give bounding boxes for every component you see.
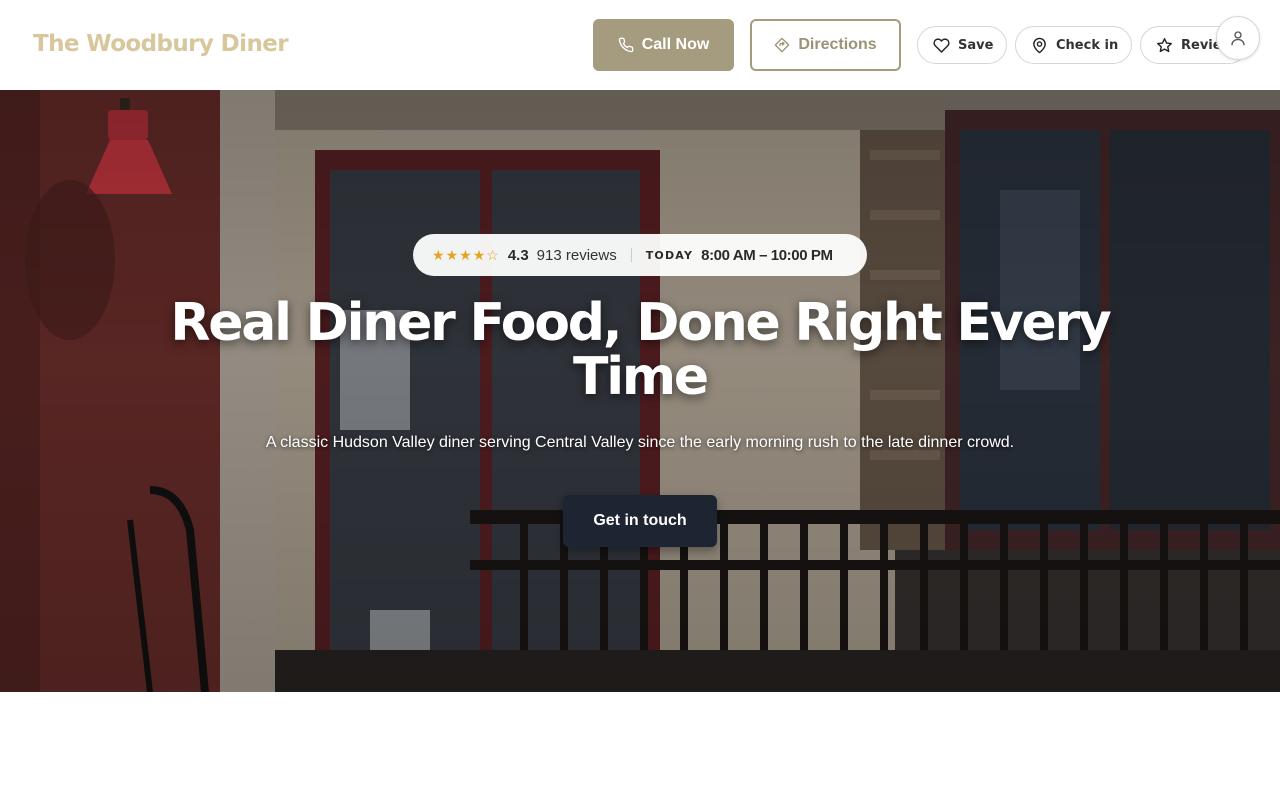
rating-hours-badge: ★ ★ ★ ★ ☆ 4.3 913 reviews TODAY 8:00 AM … <box>413 234 867 276</box>
directions-label: Directions <box>798 36 877 53</box>
star-filled-icon: ★ <box>472 247 486 263</box>
phone-icon <box>618 37 634 53</box>
star-empty-icon: ☆ <box>486 247 499 263</box>
site-header: The Woodbury Diner Call Now Directions S… <box>0 0 1280 90</box>
call-now-label: Call Now <box>641 36 710 53</box>
rating-stars: ★ ★ ★ ★ ☆ <box>432 248 499 262</box>
star-filled-icon: ★ <box>445 247 459 263</box>
directions-icon <box>775 37 790 53</box>
check-in-button[interactable]: Check in <box>1015 26 1132 64</box>
get-in-touch-button[interactable]: Get in touch <box>563 495 717 547</box>
today-label: TODAY <box>645 248 694 262</box>
save-button[interactable]: Save <box>917 26 1007 64</box>
user-icon <box>1231 31 1245 46</box>
star-filled-icon: ★ <box>432 247 445 263</box>
rating-value: 4.3 <box>507 246 529 264</box>
account-button[interactable] <box>1216 16 1260 60</box>
star-filled-icon: ★ <box>459 247 472 263</box>
hero-headline: Real Diner Food, Done Right Every Time <box>170 293 1111 407</box>
hero-subheadline: A classic Hudson Valley diner serving Ce… <box>265 434 1015 451</box>
hero-section: ★ ★ ★ ★ ☆ 4.3 913 reviews TODAY 8:00 AM … <box>0 90 1280 692</box>
star-outline-icon <box>1157 37 1172 52</box>
heart-icon <box>933 37 950 53</box>
directions-button[interactable]: Directions <box>750 19 901 71</box>
check-in-label: Check in <box>1056 37 1119 53</box>
badge-divider <box>630 248 632 262</box>
opening-hours: 8:00 AM – 10:00 PM <box>701 246 833 264</box>
save-label: Save <box>958 37 994 53</box>
map-pin-icon <box>1033 37 1046 53</box>
review-count[interactable]: 913 reviews <box>537 247 617 264</box>
brand-logo-text[interactable]: The Woodbury Diner <box>33 31 289 57</box>
call-now-button[interactable]: Call Now <box>593 19 734 71</box>
